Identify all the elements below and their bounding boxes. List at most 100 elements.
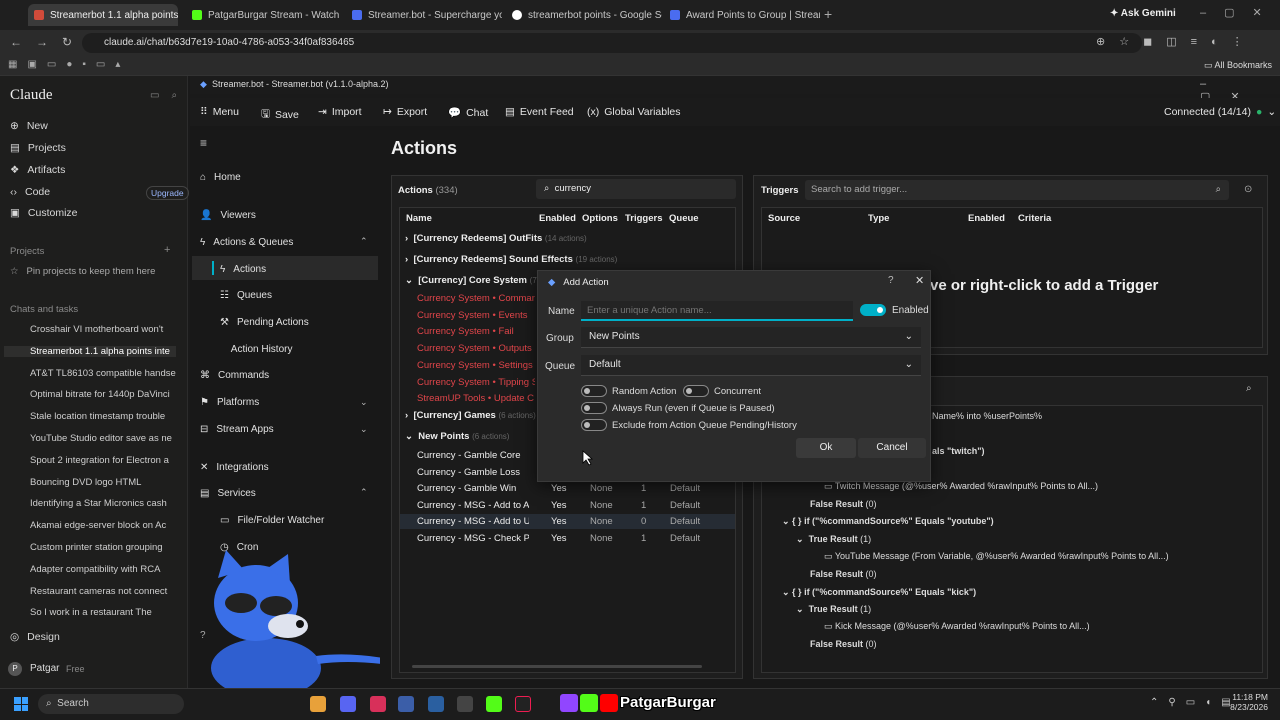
group-row[interactable]: › [Currency Redeems] Sound Effects (19 a… <box>405 254 617 265</box>
all-bookmarks[interactable]: ▭ All Bookmarks <box>1204 60 1272 71</box>
actions-search-input[interactable]: ⌕ currency <box>536 179 736 199</box>
search-icon[interactable]: ⌕ <box>1246 383 1252 394</box>
false-result[interactable]: False Result (0) <box>810 499 877 509</box>
if-block[interactable]: ⌄ { } if ("%commandSource%" Equals "yout… <box>782 516 994 527</box>
nav-viewers[interactable]: 👤 Viewers <box>200 210 256 221</box>
false-result[interactable]: False Result (0) <box>810 569 877 579</box>
group-select[interactable]: New Points ⌄ <box>581 327 921 348</box>
chat-item[interactable]: Streamerbot 1.1 alpha points inte <box>4 345 176 357</box>
chat-item[interactable]: Adapter compatibility with RCA <box>10 564 178 575</box>
claude-nav-customize[interactable]: ▣ Customize <box>10 207 78 219</box>
exclude-toggle[interactable] <box>581 419 607 431</box>
extension-icons[interactable]: ⊕☆◼◫≡◐⋮ <box>1096 35 1257 48</box>
action-name-input[interactable] <box>581 301 853 321</box>
subaction-item[interactable]: ▭ YouTube Message (From Variable, @%user… <box>824 551 1169 562</box>
browser-tab[interactable]: PatgarBurgar Stream - Watch L <box>186 4 342 26</box>
address-bar[interactable]: claude.ai/chat/b63d7e19-10a0-4786-a053-3… <box>82 33 1142 53</box>
nav-queues[interactable]: ☷ Queues <box>220 290 272 301</box>
always-run-toggle[interactable] <box>581 402 607 414</box>
browser-tab[interactable]: Streamer.bot - Supercharge yo <box>346 4 502 26</box>
horizontal-scrollbar[interactable] <box>412 665 702 668</box>
random-action-toggle[interactable] <box>581 385 607 397</box>
browser-tab[interactable]: Streamerbot 1.1 alpha points i <box>28 4 178 26</box>
nav-pending-actions[interactable]: ⚒ Pending Actions <box>220 317 309 328</box>
subaction-item[interactable]: ▭ Kick Message (@%user% Awarded %rawInpu… <box>824 621 1090 632</box>
ask-gemini-button[interactable]: ✦ Ask Gemini <box>1110 8 1176 19</box>
nav-services[interactable]: ▤ Services <box>200 488 256 499</box>
true-result[interactable]: ⌄ True Result (1) <box>796 604 871 615</box>
group-row[interactable]: ⌄ New Points (6 actions) <box>405 431 509 442</box>
action-cell-name[interactable]: Currency - Gamble Core <box>417 450 529 461</box>
if-block[interactable]: ⌄ { } if ("%commandSource%" Equals "kick… <box>782 587 976 598</box>
chat-item[interactable]: Restaurant cameras not connect <box>10 586 178 597</box>
window-controls[interactable]: –▢✕ <box>1200 6 1280 19</box>
subaction-item[interactable]: Name% into %userPoints% <box>932 411 1042 421</box>
obs-taskbar-icon[interactable] <box>457 696 473 712</box>
nav-actions-queues[interactable]: ϟ Actions & Queues <box>200 237 293 248</box>
enabled-toggle[interactable] <box>860 304 886 316</box>
clock[interactable]: 11:18 PM 8/23/2026 <box>1228 692 1268 712</box>
upgrade-button[interactable]: Upgrade <box>146 186 189 200</box>
nav-buttons[interactable]: ←→↻ <box>10 35 86 49</box>
chat-item[interactable]: Optimal bitrate for 1440p DaVinci <box>10 389 178 400</box>
action-row-disabled[interactable]: Currency System • Tipping S <box>417 377 535 388</box>
new-tab-icon[interactable]: + <box>824 6 832 22</box>
action-row-disabled[interactable]: Currency System • Events <box>417 310 535 321</box>
chevron-up-icon[interactable]: ⌃ <box>360 236 368 247</box>
chat-item[interactable]: AT&T TL86103 compatible handse <box>10 368 178 379</box>
chat-item[interactable]: Custom printer station grouping <box>10 542 178 553</box>
hamburger-icon[interactable]: ≡ <box>200 136 207 150</box>
nav-platforms[interactable]: ⚑ Platforms <box>200 397 259 408</box>
chat-item[interactable]: So I work in a restaurant The <box>10 607 178 618</box>
export-button[interactable]: ↦ Export <box>383 106 427 118</box>
cancel-button[interactable]: Cancel <box>858 438 926 458</box>
chevron-down-icon[interactable]: ⌄ <box>360 424 368 435</box>
connection-status[interactable]: Connected (14/14) ● ⌄ <box>1164 106 1276 118</box>
chevron-up-icon[interactable]: ⌃ <box>360 487 368 498</box>
bookmark-icons[interactable]: ▦▣▭●▪▭▴ <box>8 59 130 70</box>
subaction-item[interactable]: als "twitch") <box>932 446 985 456</box>
action-row-disabled[interactable]: Currency System • Outputs <box>417 343 535 354</box>
concurrent-toggle[interactable] <box>683 385 709 397</box>
action-cell-name[interactable]: Currency - MSG - Check Poi <box>417 533 529 544</box>
claude-nav-new[interactable]: ⊕ New <box>10 120 48 132</box>
nav-stream-apps[interactable]: ⊟ Stream Apps <box>200 424 274 435</box>
chat-button[interactable]: 💬 Chat <box>448 106 488 120</box>
trigger-settings-icon[interactable]: ⊙ <box>1244 184 1252 195</box>
action-cell-name[interactable]: Currency - MSG - Add to Us <box>417 516 529 527</box>
ok-button[interactable]: Ok <box>796 438 856 458</box>
action-row-disabled[interactable]: StreamUP Tools • Update C <box>417 393 535 404</box>
vscode-taskbar-icon[interactable] <box>428 696 444 712</box>
browser-tab[interactable]: streamerbot points - Google Se <box>506 4 662 26</box>
chat-item[interactable]: YouTube Studio editor save as ne <box>10 433 178 444</box>
discord-taskbar-icon[interactable] <box>340 696 356 712</box>
close-icon[interactable]: ✕ <box>915 274 924 287</box>
false-result[interactable]: False Result (0) <box>810 639 877 649</box>
chat-item[interactable]: Stale location timestamp trouble <box>10 411 178 422</box>
chevron-down-icon[interactable]: ⌄ <box>360 397 368 408</box>
action-row-disabled[interactable]: Currency System • Settings <box>417 360 535 371</box>
claude-design-link[interactable]: ◎ Design <box>10 631 60 643</box>
claude-nav-projects[interactable]: ▤ Projects <box>10 142 66 154</box>
browser-tab[interactable]: Award Points to Group | Stream <box>664 4 820 26</box>
chat-item[interactable]: Crosshair VI motherboard won't <box>10 324 178 335</box>
add-project-icon[interactable]: + <box>164 244 170 256</box>
app-taskbar-icon[interactable] <box>370 696 386 712</box>
nav-action-history[interactable]: Action History <box>220 344 293 355</box>
kick-taskbar-icon[interactable] <box>486 696 502 712</box>
event-feed-button[interactable]: ▤ Event Feed <box>505 106 574 118</box>
sidebar-toggle-icon[interactable]: ▭⌕ <box>150 90 189 101</box>
chat-item[interactable]: Identifying a Star Micronics cash <box>10 498 178 509</box>
streamerbot-taskbar-icon[interactable] <box>398 696 414 712</box>
nav-home[interactable]: ⌂ Home <box>200 172 241 183</box>
chat-item[interactable]: Akamai edge-server block on Ac <box>10 520 178 531</box>
action-row-disabled[interactable]: Currency System • Comman <box>417 293 535 304</box>
tiktok-taskbar-icon[interactable] <box>515 696 531 712</box>
claude-nav-artifacts[interactable]: ❖ Artifacts <box>10 164 65 176</box>
nav-integrations[interactable]: ✕ Integrations <box>200 462 269 473</box>
menu-button[interactable]: ⠿ Menu <box>200 106 239 118</box>
true-result[interactable]: ⌄ True Result (1) <box>796 534 871 545</box>
queue-select[interactable]: Default ⌄ <box>581 355 921 376</box>
nav-file-watcher[interactable]: ▭ File/Folder Watcher <box>220 515 324 526</box>
help-icon[interactable]: ? <box>888 275 894 286</box>
